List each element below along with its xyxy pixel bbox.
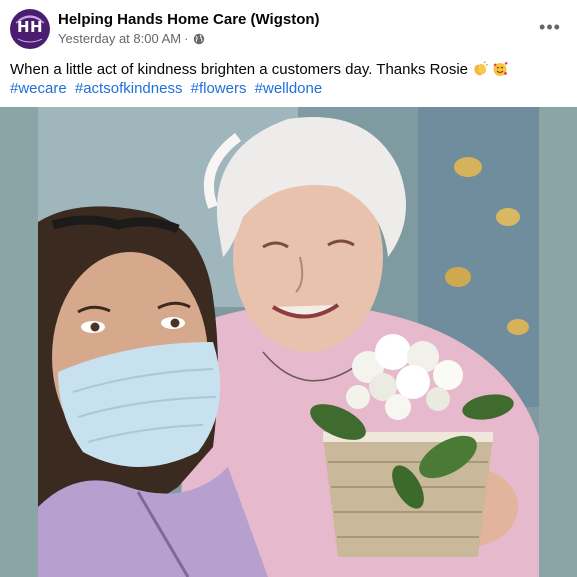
post-caption: When a little act of kindness brighten a… <box>10 60 570 80</box>
post-photo[interactable] <box>38 107 539 577</box>
avatar-initials: HH <box>16 18 44 36</box>
post-photo-container[interactable] <box>0 107 577 577</box>
caption-text: When a little act of kindness brighten a… <box>10 61 469 78</box>
smiling-face-with-hearts-icon <box>493 62 508 76</box>
hashtag-link[interactable]: #wecare <box>10 80 67 97</box>
meta-separator: · <box>184 31 189 46</box>
hashtag-list: #wecare #actsofkindness #flowers #welldo… <box>10 79 326 99</box>
timestamp-link[interactable]: Yesterday at 8:00 AM <box>58 31 181 46</box>
hashtag-link[interactable]: #flowers <box>191 80 247 97</box>
page-name-link[interactable]: Helping Hands Home Care (Wigston) <box>58 11 320 28</box>
clapping-hands-icon <box>474 61 489 76</box>
post-header: HH Helping Hands Home Care (Wigston) Yes… <box>0 0 577 56</box>
hashtag-link[interactable]: #welldone <box>255 80 323 97</box>
page-avatar[interactable]: HH <box>10 9 50 49</box>
hashtag-link[interactable]: #actsofkindness <box>75 80 183 97</box>
more-options-button[interactable]: ••• <box>539 16 561 38</box>
post-meta: Yesterday at 8:00 AM · <box>58 31 205 46</box>
globe-icon[interactable] <box>193 33 205 45</box>
